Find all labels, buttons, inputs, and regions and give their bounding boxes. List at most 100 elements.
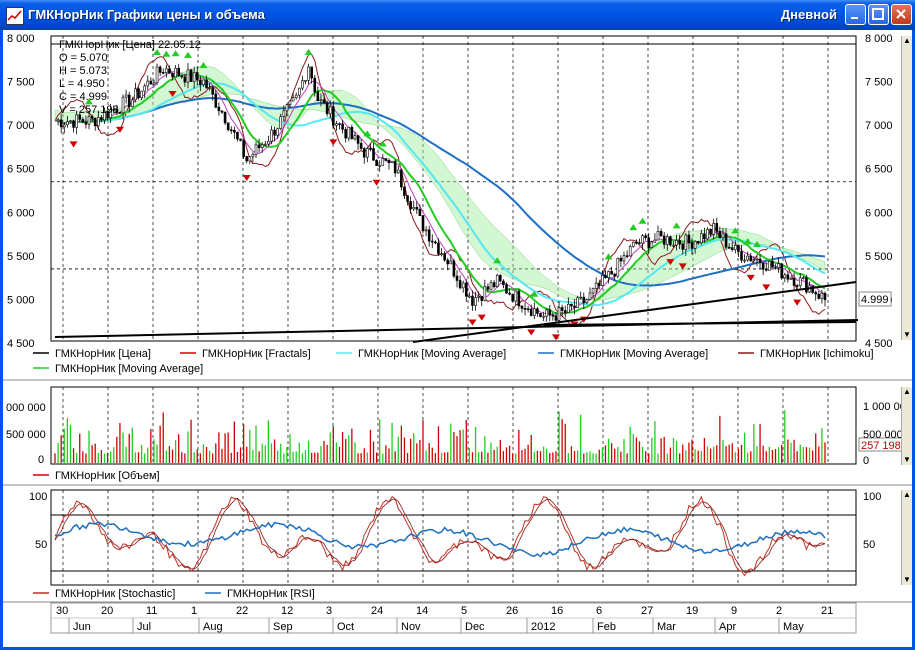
time-axis-month-label: Feb — [597, 621, 616, 633]
candle-body — [588, 292, 592, 300]
candle-body — [186, 69, 190, 83]
minimize-button[interactable] — [845, 4, 866, 25]
candle-body — [143, 85, 146, 92]
candle-body — [638, 242, 641, 245]
candle-body — [96, 117, 100, 127]
candle-body — [149, 80, 153, 85]
candle-body — [805, 277, 808, 293]
time-axis-day-label: 19 — [686, 605, 698, 617]
candle-body — [137, 88, 140, 99]
candle-body — [820, 292, 824, 299]
candle-body — [239, 138, 242, 141]
candle-body — [631, 241, 635, 247]
price-y-label-right: 5 500 — [865, 251, 893, 263]
candle-body — [758, 258, 762, 264]
price-y-label-right: 6 500 — [865, 164, 893, 176]
price-y-label-left: 5 000 — [7, 294, 35, 306]
time-axis-day-label: 1 — [191, 605, 197, 617]
candle-body — [622, 255, 626, 262]
candle-body — [356, 135, 360, 144]
candle-body — [165, 68, 168, 73]
price-y-label-left: 4 500 — [7, 338, 35, 350]
candle-body — [727, 246, 731, 249]
candle-body — [301, 80, 304, 89]
osc-scroll-up-icon[interactable]: ▲ — [902, 490, 912, 500]
volume-y-left-top: 000 000 — [6, 402, 46, 414]
candle-body — [189, 69, 193, 82]
candle-body — [233, 129, 236, 133]
candle-body — [483, 286, 487, 301]
time-axis-month-label: Dec — [465, 621, 485, 633]
price-legend: ГМКНорНик [Цена] ГМКНорНик [Fractals] ГМКН… — [33, 348, 874, 375]
osc-scroll-down-icon[interactable]: ▼ — [902, 575, 912, 585]
candle-body — [434, 241, 437, 244]
volume-legend-label: ГМКНорНик [Объем] — [55, 470, 160, 482]
oscillator-scrollbar[interactable]: ▲ ▼ — [901, 490, 912, 585]
candle-body — [492, 282, 496, 288]
ohlc-close: C = 4.999 — [59, 91, 107, 103]
candle-body — [155, 66, 159, 84]
candle-body — [557, 307, 561, 321]
candle-body — [316, 91, 320, 101]
candle-body — [446, 259, 450, 265]
candle-body — [403, 186, 406, 196]
candle-body — [304, 80, 307, 82]
candle-body — [276, 128, 279, 136]
candle-body — [205, 79, 208, 89]
candle-body — [140, 90, 143, 99]
price-legend-label: ГМКНорНик [Fractals] — [202, 348, 311, 360]
candle-body — [703, 233, 706, 240]
price-y-label-right: 6 000 — [865, 207, 893, 219]
volume-current-value: 257 198 — [861, 440, 901, 452]
volume-y-right-zero: 0 — [863, 455, 869, 467]
candle-body — [347, 126, 351, 139]
price-y-label-right: 7 500 — [865, 77, 893, 89]
candle-body — [647, 237, 651, 248]
candle-body — [437, 242, 440, 255]
candle-body — [780, 263, 784, 279]
candle-body — [325, 102, 329, 115]
candle-body — [251, 154, 255, 158]
candle-body — [786, 274, 790, 280]
candle-body — [795, 285, 799, 287]
ohlc-low: L = 4.950 — [59, 78, 105, 90]
candle-body — [84, 121, 88, 125]
price-y-label-right: 8 000 — [865, 33, 893, 45]
candle-body — [551, 314, 555, 317]
time-axis-day-label: 27 — [641, 605, 653, 617]
volume-scroll-up-icon[interactable]: ▲ — [902, 387, 912, 397]
candle-body — [458, 280, 462, 289]
candle-body — [282, 110, 286, 117]
volume-scrollbar[interactable]: ▲ ▼ — [901, 387, 912, 465]
candle-body — [199, 79, 202, 86]
candle-body — [576, 297, 579, 308]
candle-body — [409, 201, 412, 210]
osc-y-right-100: 100 — [863, 491, 881, 503]
candle-body — [591, 288, 595, 294]
candle-body — [641, 235, 644, 244]
title-bar[interactable]: ГМКНорНик Графики цены и объема Дневной — [0, 0, 915, 30]
candle-body — [662, 235, 666, 245]
candle-body — [526, 308, 530, 311]
period-label[interactable]: Дневной — [781, 7, 837, 22]
scroll-up-icon[interactable]: ▲ — [902, 36, 912, 46]
candle-body — [734, 245, 737, 250]
candle-body — [62, 124, 66, 128]
candle-body — [362, 148, 366, 158]
candle-body — [554, 315, 558, 321]
rsi-legend-label: ГМКНорНик [RSI] — [227, 588, 315, 600]
time-axis-day-label: 6 — [596, 605, 602, 617]
candle-body — [424, 229, 428, 232]
candle-body — [823, 292, 827, 300]
chart-canvas[interactable]: 8 000 8 0007 500 7 5007 000 7 0006 500 6 500… — [3, 30, 912, 647]
price-scrollbar[interactable]: ▲ ▼ — [901, 36, 912, 340]
candle-body — [121, 96, 125, 114]
close-button[interactable] — [891, 4, 912, 25]
volume-y-left-zero: 0 — [38, 454, 44, 466]
maximize-button[interactable] — [868, 4, 889, 25]
candle-body — [548, 309, 552, 316]
candle-body — [297, 87, 301, 96]
volume-scroll-down-icon[interactable]: ▼ — [902, 455, 912, 465]
scroll-down-icon[interactable]: ▼ — [902, 330, 912, 340]
candle-body — [211, 87, 215, 95]
